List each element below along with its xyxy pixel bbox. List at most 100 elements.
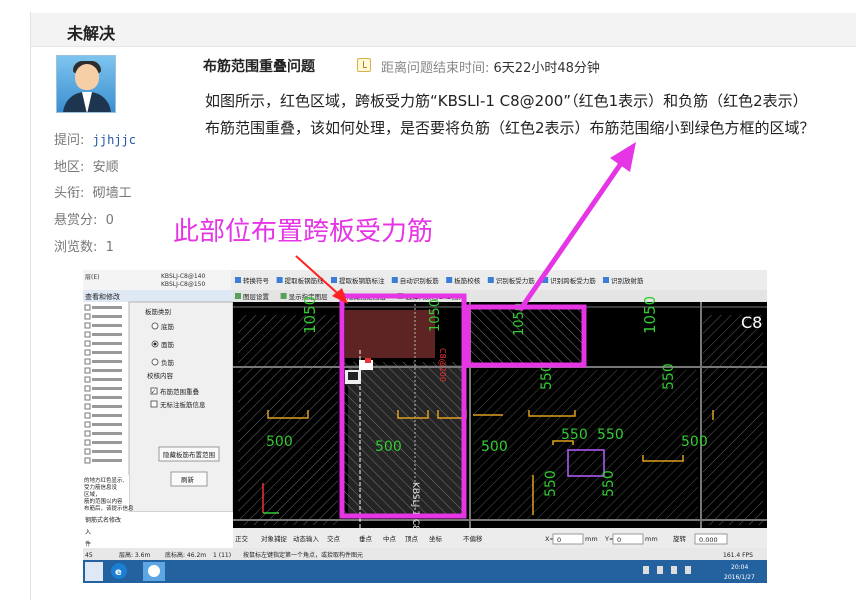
asker-link[interactable]: jjhjjc — [93, 133, 136, 147]
list-item[interactable] — [92, 351, 122, 354]
cad-dimension-label: 500 — [266, 434, 293, 450]
radio-button[interactable] — [151, 322, 159, 330]
tray-icon[interactable] — [657, 566, 663, 574]
list-checkbox[interactable] — [84, 448, 91, 455]
cad-dimension-label: 550 — [597, 427, 624, 443]
ribbon-button[interactable]: 板筋校核 — [454, 276, 481, 285]
check-box[interactable] — [150, 400, 158, 408]
cad-dimension-label: C8@200 — [438, 348, 447, 382]
list-checkbox[interactable] — [84, 367, 91, 374]
list-item[interactable] — [92, 459, 122, 462]
snap-toggle[interactable]: 旋转 — [673, 534, 687, 543]
start-icon[interactable] — [85, 562, 103, 581]
list-checkbox[interactable] — [84, 421, 91, 428]
list-item[interactable] — [92, 369, 122, 372]
snap-toggle[interactable]: 交点 — [327, 534, 341, 543]
deadline-value: 6天22小时48分钟 — [493, 61, 600, 76]
snap-toggle[interactable]: mm — [585, 535, 598, 543]
status-title: 未解决 — [67, 24, 116, 43]
list-item[interactable] — [92, 324, 122, 327]
list-checkbox[interactable] — [84, 403, 91, 410]
ribbon-icon — [603, 277, 609, 283]
radio-button[interactable] — [151, 358, 159, 366]
list-item[interactable] — [92, 414, 122, 417]
list-checkbox[interactable] — [84, 439, 91, 446]
cad-dimension-label: 500 — [681, 434, 708, 450]
snap-toggle[interactable]: 动态输入 — [293, 534, 320, 543]
svg-text:45: 45 — [85, 552, 93, 559]
snap-toggle[interactable]: 中点 — [383, 534, 397, 543]
list-checkbox[interactable] — [84, 331, 91, 338]
list-item[interactable] — [92, 360, 122, 363]
list-item[interactable] — [92, 441, 122, 444]
bounty-value: 0 — [105, 213, 114, 228]
ribbon-button[interactable]: 提取板钢筋标注 — [339, 276, 385, 285]
list-item[interactable] — [92, 405, 122, 408]
list-checkbox[interactable] — [84, 412, 91, 419]
tree-node[interactable]: 钢筋式名修改 — [85, 516, 121, 524]
ribbon-button[interactable]: 识别板受力筋 — [496, 276, 536, 285]
hint-text: 区域， — [84, 490, 101, 498]
network-icon[interactable] — [685, 566, 691, 574]
snap-toggle[interactable]: 垂点 — [359, 534, 373, 543]
tray-icon[interactable] — [643, 566, 649, 574]
list-item[interactable] — [92, 315, 122, 318]
tree-item[interactable]: KBSLJ-C8@150 — [161, 281, 205, 288]
volume-icon[interactable] — [671, 566, 677, 574]
list-checkbox[interactable] — [84, 394, 91, 401]
tree-node[interactable]: 件 — [85, 540, 91, 548]
x-value: 0 — [557, 536, 561, 544]
hint-text: 受力筋信息没 — [84, 483, 118, 491]
list-item[interactable] — [92, 333, 122, 336]
check-label: 布筋范围重叠 — [160, 387, 200, 396]
ribbon-icon — [487, 277, 494, 283]
snap-toggle[interactable]: mm — [645, 535, 658, 543]
clock-time: 20:04 — [731, 564, 748, 571]
list-item[interactable] — [92, 378, 122, 381]
list-item[interactable] — [92, 342, 122, 345]
clock-date: 2016/1/27 — [724, 574, 755, 581]
list-checkbox[interactable] — [84, 376, 91, 383]
list-checkbox[interactable] — [84, 340, 91, 347]
cad-dimension-label: 550 — [543, 470, 559, 497]
tree-node[interactable]: 入 — [85, 529, 91, 536]
snap-toggle[interactable]: 不偏移 — [463, 534, 483, 543]
list-item[interactable] — [92, 423, 122, 426]
layer-button[interactable]: 图层设置 — [243, 292, 270, 301]
y-value: 0 — [617, 536, 621, 544]
list-checkbox[interactable] — [84, 304, 91, 311]
ribbon-button[interactable]: 提取板钢筋线 — [285, 276, 325, 285]
list-item[interactable] — [92, 450, 122, 453]
ribbon-icon — [276, 277, 283, 283]
snap-toggle[interactable]: 对象捕捉 — [261, 534, 288, 543]
region-label: 地区: — [54, 160, 85, 175]
ribbon-button[interactable]: 转换符号 — [243, 276, 270, 285]
list-item[interactable] — [92, 306, 122, 309]
list-checkbox[interactable] — [84, 430, 91, 437]
list-checkbox[interactable] — [84, 322, 91, 329]
rank-value: 砌墙工 — [92, 186, 132, 201]
list-checkbox[interactable] — [84, 349, 91, 356]
list-item[interactable] — [92, 387, 122, 390]
rotate-value: 0.000 — [699, 536, 718, 544]
list-checkbox[interactable] — [84, 385, 91, 392]
ribbon-button[interactable]: 识别跨板受力筋 — [550, 276, 596, 285]
avatar[interactable] — [56, 55, 116, 113]
region-value: 安顺 — [92, 160, 119, 175]
radio-label: 负筋 — [161, 358, 175, 367]
radio-dot-icon — [153, 342, 157, 346]
snap-toggle[interactable]: 正交 — [235, 534, 249, 543]
check-mark-icon: ✓ — [151, 389, 156, 396]
list-checkbox[interactable] — [84, 457, 91, 464]
list-item[interactable] — [92, 432, 122, 435]
snap-toggle[interactable]: 坐标 — [429, 534, 443, 543]
ribbon-button[interactable]: 识别放射筋 — [611, 276, 644, 285]
list-checkbox[interactable] — [84, 313, 91, 320]
list-checkbox[interactable] — [84, 358, 91, 365]
snap-toggle[interactable]: 顶点 — [405, 535, 419, 543]
tree-item[interactable]: KBSLJ-C8@140 — [161, 273, 205, 280]
list-item[interactable] — [92, 396, 122, 399]
layer-button[interactable]: 隐藏指定图层 — [347, 292, 387, 301]
ribbon-icon — [331, 277, 337, 283]
ribbon-button[interactable]: 自动识别板筋 — [400, 276, 440, 285]
